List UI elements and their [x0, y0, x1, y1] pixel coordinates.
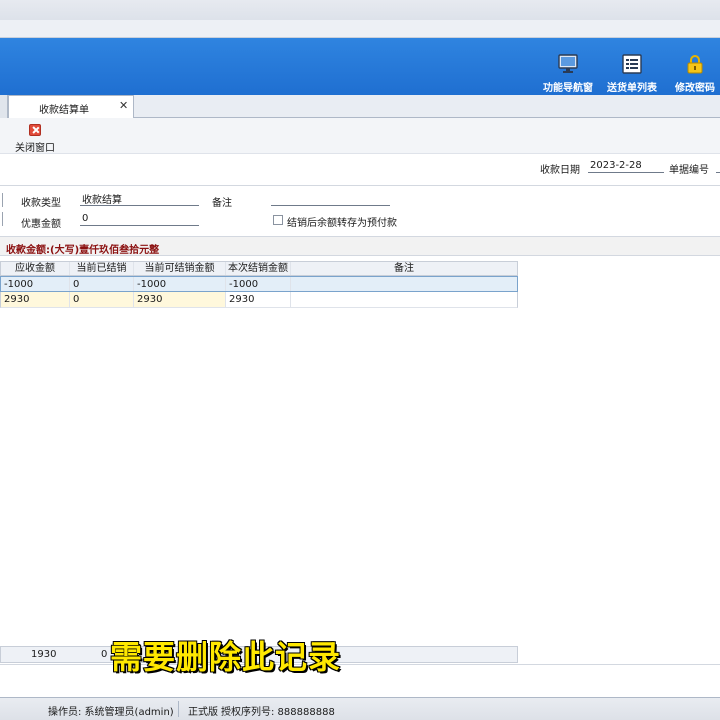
- doc-number-field[interactable]: [716, 159, 720, 173]
- remark-field[interactable]: [271, 192, 390, 206]
- column-header[interactable]: 本次结销金额: [226, 262, 291, 275]
- tab-bar: 收款结算单 ✕: [0, 95, 720, 118]
- cell-receivable[interactable]: 2930: [1, 292, 70, 307]
- footer-divider: [0, 664, 720, 665]
- tab-close-icon[interactable]: ✕: [119, 99, 128, 112]
- nav-label: 修改密码: [675, 83, 715, 94]
- cell-this-settlement[interactable]: 2930: [226, 292, 291, 307]
- column-header[interactable]: 备注: [291, 262, 517, 275]
- receipt-date-label: 收款日期: [540, 165, 580, 176]
- header-divider: [0, 185, 720, 186]
- nav-function-navigator-button[interactable]: 功能导航窗: [533, 53, 603, 94]
- receipt-type-field[interactable]: [80, 192, 199, 206]
- left-field-stub: [0, 193, 3, 207]
- window-title-strip: [0, 0, 720, 20]
- receipt-type-label: 收款类型: [21, 198, 61, 209]
- column-header[interactable]: 当前可结销金额: [134, 262, 226, 275]
- status-edition: 正式版: [188, 707, 218, 718]
- close-window-label: 关闭窗口: [15, 143, 55, 154]
- nav-change-password-button[interactable]: 修改密码: [660, 53, 720, 94]
- cell-remark[interactable]: [291, 292, 517, 307]
- close-icon: [29, 124, 41, 136]
- video-subtitle: 需要删除此记录: [109, 637, 342, 677]
- list-icon: [621, 53, 643, 75]
- status-divider: [178, 701, 179, 717]
- discount-label: 优惠金额: [21, 219, 61, 230]
- discount-field[interactable]: [80, 212, 199, 226]
- cell-settleable[interactable]: 2930: [134, 292, 226, 307]
- table-row[interactable]: 2930 0 2930 2930: [0, 292, 518, 308]
- nav-delivery-list-button[interactable]: 送货单列表: [597, 53, 667, 94]
- menu-strip: [0, 20, 720, 38]
- cell-remark[interactable]: [291, 277, 517, 291]
- monitor-icon: [557, 53, 579, 75]
- nav-label: 功能导航窗: [543, 83, 593, 94]
- toolbar: 关闭窗口: [0, 118, 720, 154]
- tab-label: 收款结算单: [39, 105, 89, 116]
- status-license: 授权序列号: 888888888: [221, 707, 335, 718]
- tab-scroll-stub: [0, 95, 8, 118]
- table-row[interactable]: -1000 0 -1000 -1000: [0, 276, 518, 292]
- amount-bar: 收款金额:(大写)壹仟玖佰叁拾元整: [0, 236, 720, 256]
- prepay-checkbox[interactable]: [273, 215, 283, 225]
- doc-number-label: 单据编号: [669, 165, 709, 176]
- cell-settled[interactable]: 0: [70, 292, 134, 307]
- cell-settleable[interactable]: -1000: [134, 277, 226, 291]
- cell-this-settlement[interactable]: -1000: [226, 277, 291, 291]
- remark-label: 备注: [212, 198, 232, 209]
- settlement-grid: 应收金额 当前已结销 当前可结销金额 本次结销金额 备注 -1000 0 -10…: [0, 261, 518, 308]
- cell-settled[interactable]: 0: [70, 277, 134, 291]
- prepay-label: 结销后余额转存为预付款: [287, 218, 397, 229]
- nav-label: 送货单列表: [607, 83, 657, 94]
- status-bar: 操作员: 系统管理员(admin) 正式版 授权序列号: 888888888: [0, 697, 720, 720]
- cell-receivable[interactable]: -1000: [1, 277, 70, 291]
- amount-in-words: 收款金额:(大写)壹仟玖佰叁拾元整: [6, 245, 160, 256]
- column-header[interactable]: 应收金额: [1, 262, 70, 275]
- app-banner: 功能导航窗 送货单列表 修改密码: [0, 38, 720, 95]
- summary-total: 1930: [31, 649, 57, 660]
- left-field-stub: [0, 212, 3, 226]
- close-window-button[interactable]: 关闭窗口: [12, 122, 58, 154]
- lock-icon: [684, 53, 706, 75]
- tab-receipt-settlement[interactable]: 收款结算单 ✕: [8, 95, 134, 118]
- receipt-date-field[interactable]: [588, 159, 664, 173]
- column-header[interactable]: 当前已结销: [70, 262, 134, 275]
- grid-header: 应收金额 当前已结销 当前可结销金额 本次结销金额 备注: [0, 261, 518, 276]
- summary-settled: 0: [101, 649, 108, 660]
- status-operator: 操作员: 系统管理员(admin): [48, 707, 174, 718]
